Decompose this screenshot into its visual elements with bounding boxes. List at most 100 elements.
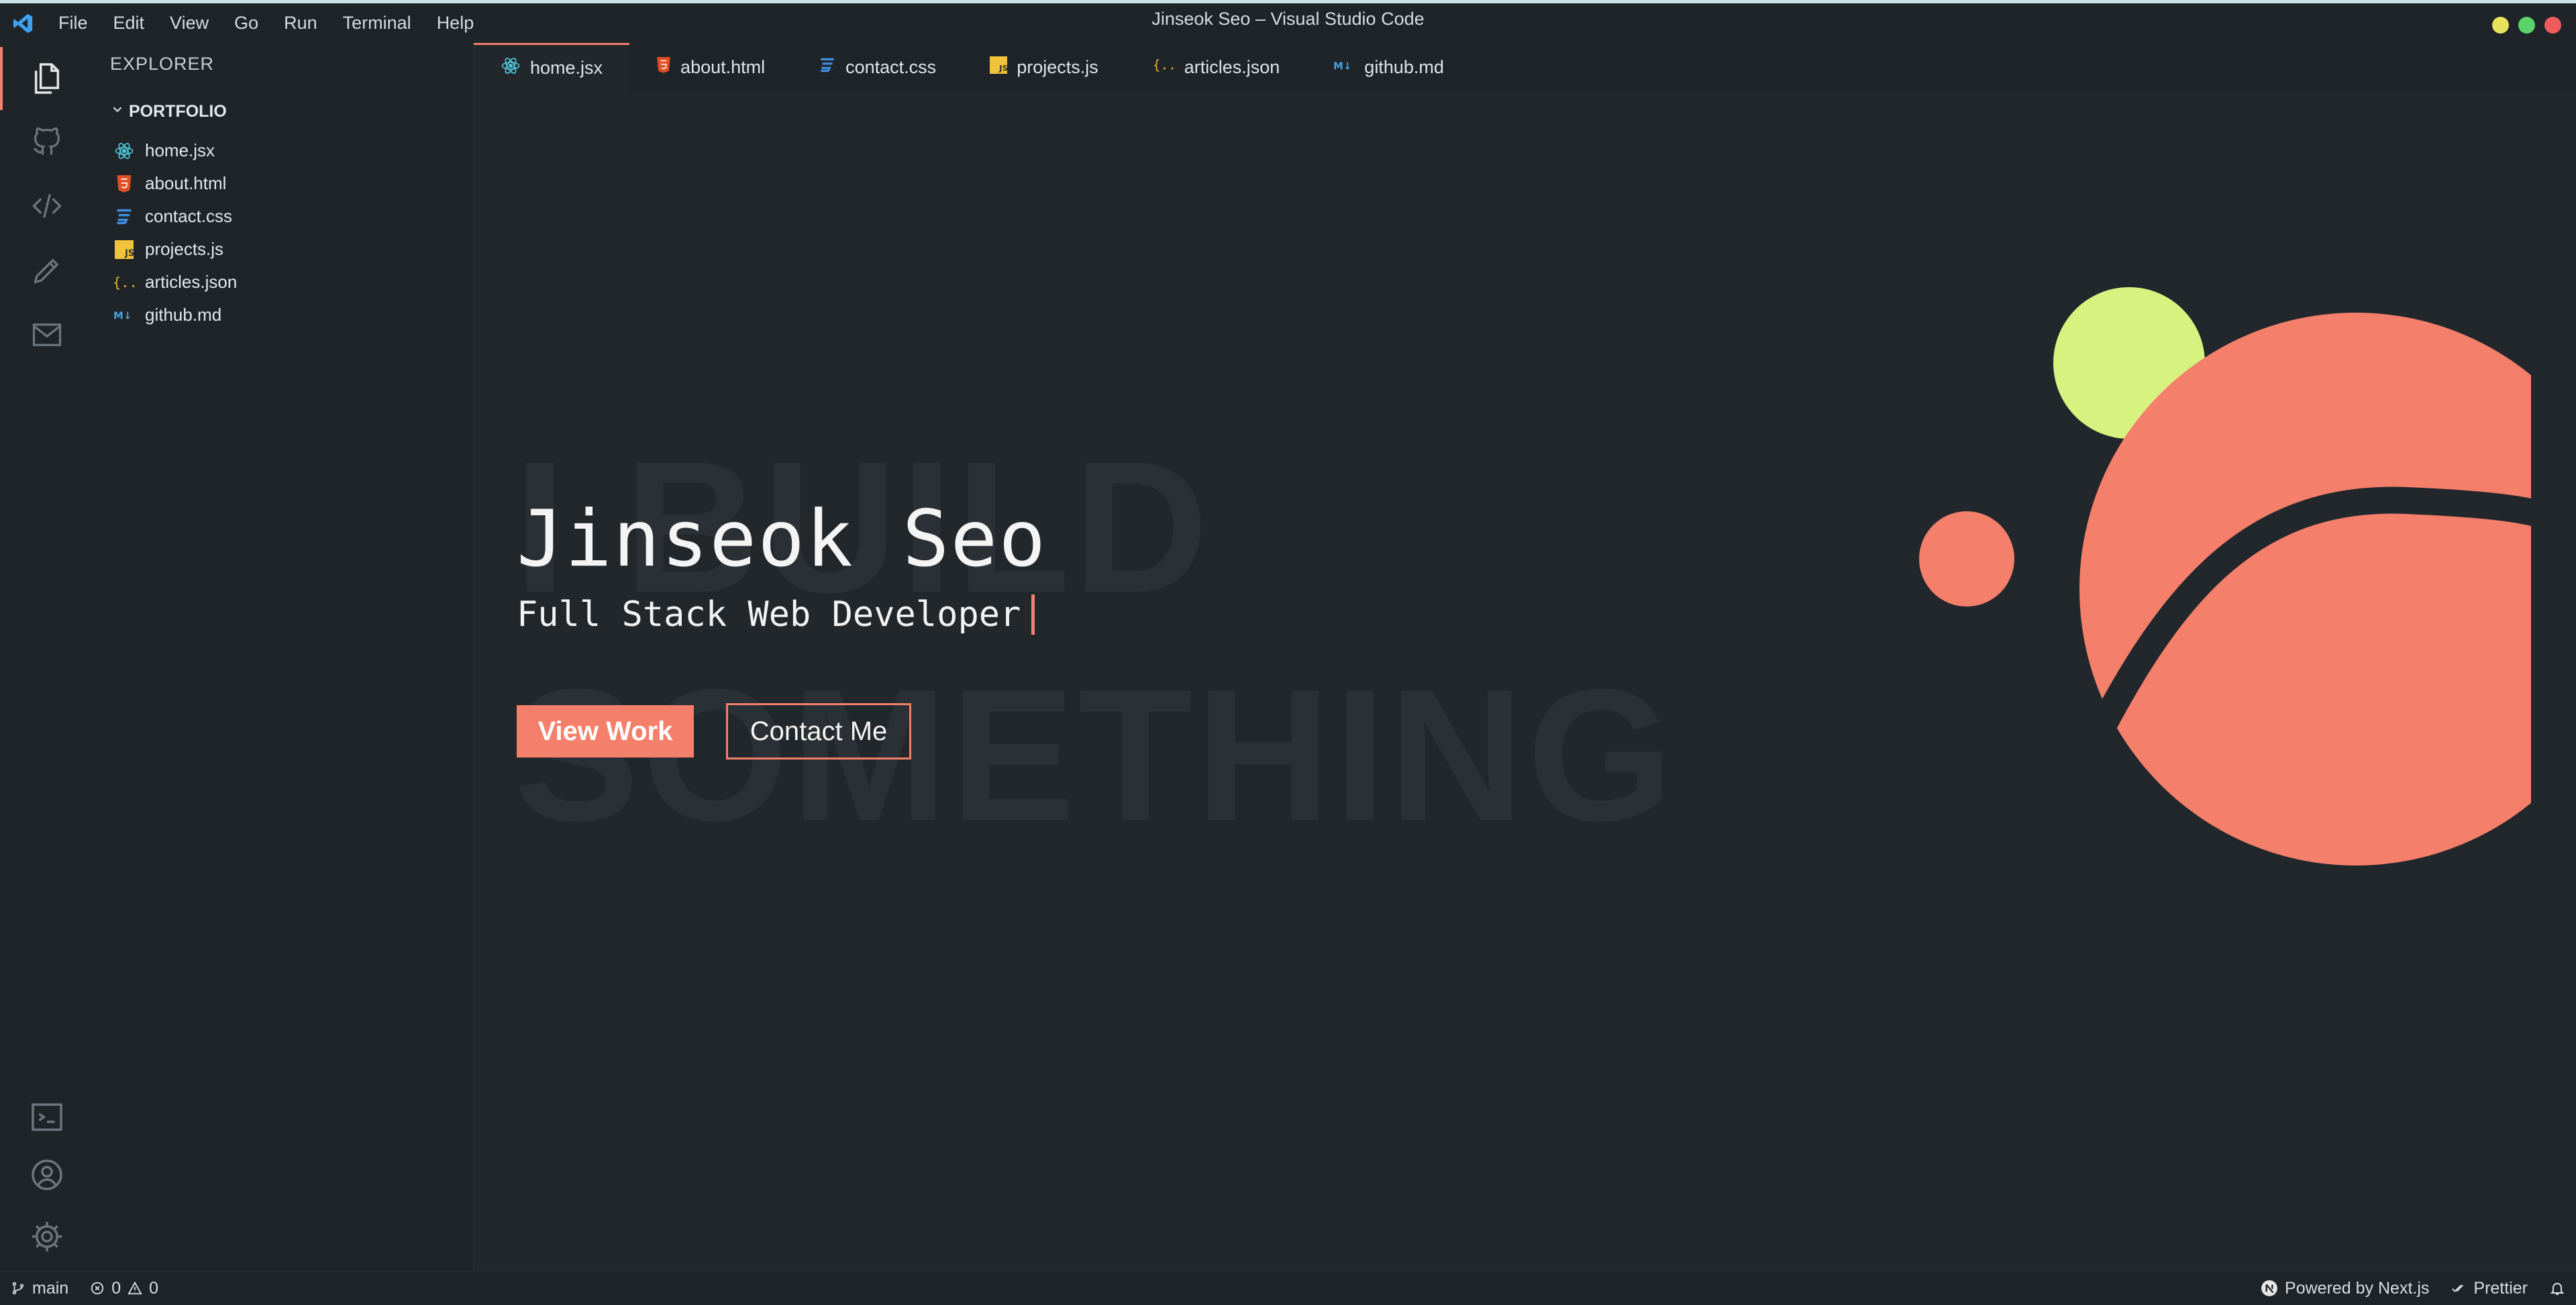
tab-label: articles.json [1184, 56, 1280, 77]
css-icon [113, 205, 136, 228]
json-icon: {..} [113, 271, 136, 294]
notifications-button[interactable] [2538, 1280, 2576, 1296]
file-label: projects.js [145, 239, 224, 259]
check-double-icon [2452, 1284, 2464, 1292]
hero-name: Jinseok Seo [517, 494, 1047, 584]
problems-indicator[interactable]: 0 0 [79, 1279, 169, 1298]
explorer-sidebar: EXPLORER PORTFOLIO home.jsx about.html c… [94, 43, 474, 1271]
prettier-indicator[interactable]: Prettier [2440, 1279, 2538, 1298]
react-icon [113, 140, 136, 162]
explorer-title: EXPLORER [110, 54, 215, 74]
role-text: Full Stack Web Developer [517, 594, 1021, 635]
portfolio-folder[interactable]: PORTFOLIO [110, 102, 227, 121]
file-github-md[interactable]: M↓ github.md [113, 299, 237, 331]
tab-label: projects.js [1017, 56, 1098, 77]
nextjs-icon [2261, 1280, 2277, 1296]
warning-count: 0 [149, 1278, 158, 1298]
tab-projects-js[interactable]: JS projects.js [963, 43, 1125, 91]
file-label: contact.css [145, 206, 233, 226]
small-coral-circle [1919, 511, 2014, 607]
pencil-icon [34, 258, 59, 284]
file-about-html[interactable]: about.html [113, 167, 237, 200]
status-right: Powered by Next.js Prettier [2250, 1279, 2576, 1298]
html-icon [113, 172, 136, 195]
file-articles-json[interactable]: {..} articles.json [113, 266, 237, 299]
status-bar: main 0 0 Powered by Next.js Prettier [0, 1271, 2576, 1305]
code-activity[interactable] [0, 174, 94, 238]
tab-contact-css[interactable]: contact.css [792, 43, 963, 91]
file-label: articles.json [145, 272, 238, 292]
menu-edit[interactable]: Edit [101, 13, 158, 34]
window-controls [2492, 17, 2561, 34]
activity-bar [0, 43, 95, 1271]
tab-label: github.md [1364, 56, 1444, 77]
tab-articles-json[interactable]: {..} articles.json [1125, 43, 1307, 91]
menu-bar: File Edit View Go Run Terminal Help [46, 13, 486, 34]
terminal-activity[interactable] [0, 1086, 94, 1149]
chevron-down-icon [110, 102, 125, 121]
nextjs-indicator[interactable]: Powered by Next.js [2250, 1279, 2440, 1298]
warning-icon [127, 1281, 142, 1295]
bell-icon [2550, 1283, 2565, 1295]
file-contact-css[interactable]: contact.css [113, 200, 237, 233]
minimize-button[interactable] [2492, 17, 2509, 34]
close-button[interactable] [2544, 17, 2561, 34]
mail-icon [32, 323, 62, 346]
svg-text:M↓: M↓ [113, 309, 132, 321]
js-icon: JS [990, 56, 1008, 79]
explorer-activity[interactable] [0, 47, 94, 110]
title-bar: File Edit View Go Run Terminal Help Jins… [0, 0, 2576, 43]
contact-me-button[interactable]: Contact Me [726, 703, 911, 760]
file-label: about.html [145, 173, 227, 193]
hero-role: Full Stack Web Developer [517, 594, 1035, 635]
folder-label: PORTFOLIO [129, 102, 227, 121]
account-activity[interactable] [0, 1143, 94, 1206]
markdown-icon: M↓ [1333, 57, 1355, 78]
terminal-icon [32, 1103, 62, 1131]
menu-file[interactable]: File [46, 13, 101, 34]
view-work-button[interactable]: View Work [517, 705, 694, 758]
menu-go[interactable]: Go [221, 13, 271, 34]
account-icon [32, 1159, 62, 1190]
vscode-logo-icon [1, 12, 44, 35]
file-home-jsx[interactable]: home.jsx [113, 134, 237, 167]
error-count: 0 [111, 1278, 121, 1298]
tab-label: about.html [680, 56, 766, 77]
settings-activity[interactable] [0, 1205, 94, 1268]
tab-label: home.jsx [530, 58, 603, 78]
typing-cursor [1031, 594, 1035, 635]
html-icon [656, 56, 671, 79]
markdown-icon: M↓ [113, 304, 136, 327]
branch-label: main [32, 1278, 69, 1298]
editor-area: I BUILD SOMETHING Jinseok Seo Full Stack… [474, 91, 2576, 1271]
github-activity[interactable] [0, 110, 94, 173]
menu-terminal[interactable]: Terminal [330, 13, 424, 34]
prettier-label: Prettier [2473, 1278, 2528, 1298]
json-icon: {..} [1152, 56, 1184, 79]
mail-activity[interactable] [0, 303, 94, 366]
file-label: github.md [145, 305, 222, 325]
svg-text:JS: JS [998, 63, 1007, 72]
menu-view[interactable]: View [157, 13, 221, 34]
menu-run[interactable]: Run [271, 13, 330, 34]
files-icon [34, 63, 60, 94]
file-list: home.jsx about.html contact.css JS proje… [113, 134, 237, 331]
tab-home-jsx[interactable]: home.jsx [474, 43, 630, 91]
edit-activity[interactable] [0, 239, 94, 302]
gear-icon [32, 1221, 62, 1252]
code-icon [32, 194, 62, 218]
powered-label: Powered by Next.js [2285, 1278, 2430, 1298]
menu-help[interactable]: Help [424, 13, 487, 34]
vscode-window: File Edit View Go Run Terminal Help Jins… [0, 0, 2576, 1305]
react-icon [501, 56, 521, 81]
file-projects-js[interactable]: JS projects.js [113, 233, 237, 266]
tab-github-md[interactable]: M↓ github.md [1306, 43, 1471, 91]
css-icon [819, 56, 836, 79]
tab-about-html[interactable]: about.html [629, 43, 792, 91]
github-icon [34, 127, 60, 155]
file-label: home.jsx [145, 140, 215, 160]
git-branch-icon [12, 1282, 24, 1295]
maximize-button[interactable] [2518, 17, 2535, 34]
svg-text:M↓: M↓ [1333, 60, 1351, 72]
branch-indicator[interactable]: main [0, 1279, 79, 1298]
